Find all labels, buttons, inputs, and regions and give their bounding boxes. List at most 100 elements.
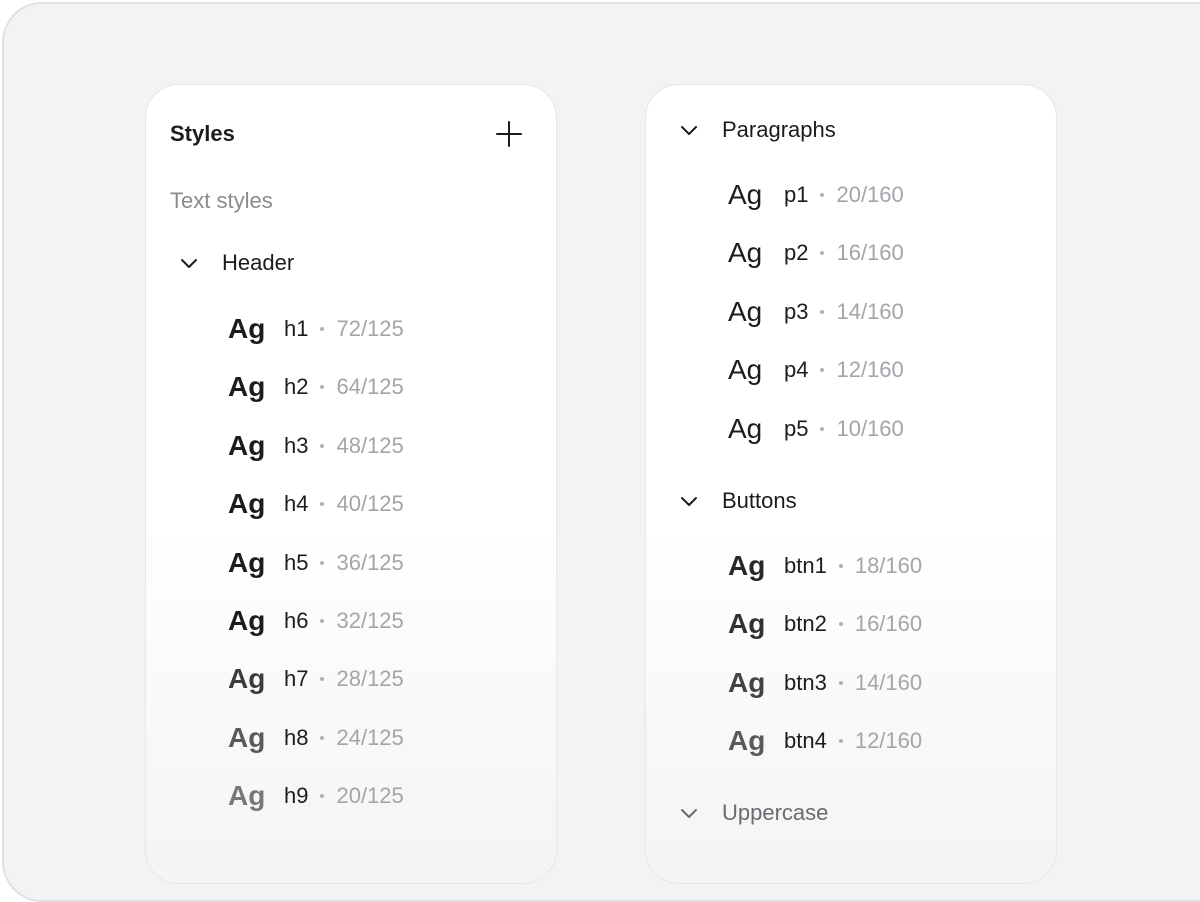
style-sample: Ag bbox=[728, 237, 763, 269]
style-sample: Ag bbox=[728, 295, 763, 327]
add-style-button[interactable] bbox=[494, 119, 524, 149]
separator-dot bbox=[820, 368, 825, 373]
style-name: h7 bbox=[284, 666, 309, 692]
style-sample: Ag bbox=[228, 429, 266, 461]
style-row-h2[interactable]: Ag h2 64/125 bbox=[228, 369, 404, 405]
style-row-h5[interactable]: Ag h5 36/125 bbox=[228, 545, 404, 581]
separator-dot bbox=[820, 251, 825, 256]
chevron-down-icon bbox=[680, 807, 698, 819]
style-sample: Ag bbox=[728, 666, 766, 698]
style-row-p2[interactable]: Ag p2 16/160 bbox=[728, 235, 904, 271]
style-row-p4[interactable]: Ag p4 12/160 bbox=[728, 352, 904, 388]
style-name: h2 bbox=[284, 374, 309, 400]
style-size-meta: 28/125 bbox=[336, 666, 404, 692]
style-sample: Ag bbox=[728, 550, 766, 581]
style-name: btn3 bbox=[784, 669, 827, 695]
separator-dot bbox=[320, 560, 325, 565]
styles-panel-continued: Paragraphs Ag p1 20/160 Ag p2 16/160 Ag p3 14/16… bbox=[645, 84, 1057, 884]
style-row-h8[interactable]: Ag h8 24/125 bbox=[228, 720, 404, 756]
separator-dot bbox=[838, 622, 843, 627]
chevron-down-icon bbox=[680, 124, 698, 136]
style-size-meta: 48/125 bbox=[336, 432, 404, 458]
style-row-p3[interactable]: Ag p3 14/160 bbox=[728, 294, 904, 330]
style-row-h3[interactable]: Ag h3 48/125 bbox=[228, 428, 404, 464]
style-name: h3 bbox=[284, 432, 309, 458]
style-size-meta: 12/160 bbox=[854, 728, 923, 754]
style-size-meta: 20/160 bbox=[836, 182, 904, 207]
style-row-btn4[interactable]: Ag btn4 12/160 bbox=[728, 723, 922, 759]
separator-dot bbox=[320, 502, 325, 507]
separator-dot bbox=[320, 619, 325, 623]
separator-dot bbox=[320, 677, 325, 682]
style-size-meta: 64/125 bbox=[336, 374, 404, 400]
style-name: h5 bbox=[284, 549, 309, 575]
style-sample: Ag bbox=[228, 546, 266, 578]
canvas-frame: Styles Text styles Header Ag h1 72/125 Ag h2… bbox=[2, 2, 1200, 902]
style-name: btn1 bbox=[784, 553, 827, 578]
separator-dot bbox=[820, 309, 825, 314]
style-row-h4[interactable]: Ag h4 40/125 bbox=[228, 486, 404, 522]
style-name: p3 bbox=[784, 298, 809, 324]
separator-dot bbox=[820, 426, 825, 431]
style-sample: Ag bbox=[228, 371, 266, 403]
style-row-h9[interactable]: Ag h9 20/125 bbox=[228, 778, 404, 814]
style-sample: Ag bbox=[228, 313, 266, 344]
group-header-buttons[interactable]: Buttons bbox=[646, 486, 797, 516]
style-name: p4 bbox=[784, 357, 809, 383]
style-sample: Ag bbox=[728, 412, 763, 444]
style-row-p1[interactable]: Ag p1 20/160 bbox=[728, 177, 904, 213]
style-size-meta: 10/160 bbox=[836, 415, 904, 441]
style-sample: Ag bbox=[728, 608, 766, 640]
style-size-meta: 20/125 bbox=[336, 783, 404, 809]
style-sample: Ag bbox=[228, 780, 266, 812]
style-sample: Ag bbox=[728, 725, 766, 757]
style-size-meta: 72/125 bbox=[336, 316, 404, 341]
style-row-h1[interactable]: Ag h1 72/125 bbox=[228, 311, 404, 347]
separator-dot bbox=[838, 564, 843, 568]
style-row-btn3[interactable]: Ag btn3 14/160 bbox=[728, 665, 922, 701]
style-size-meta: 40/125 bbox=[336, 491, 404, 517]
separator-dot bbox=[838, 680, 843, 685]
style-size-meta: 14/160 bbox=[854, 669, 923, 695]
styles-panel: Styles Text styles Header Ag h1 72/125 Ag h2… bbox=[145, 84, 557, 884]
chevron-down-icon bbox=[680, 495, 698, 507]
group-label: Paragraphs bbox=[722, 117, 836, 142]
style-size-meta: 12/160 bbox=[836, 357, 904, 383]
group-header-header[interactable]: Header bbox=[146, 248, 294, 278]
style-sample: Ag bbox=[728, 179, 763, 210]
separator-dot bbox=[820, 193, 825, 197]
style-sample: Ag bbox=[228, 605, 266, 636]
style-row-h7[interactable]: Ag h7 28/125 bbox=[228, 661, 404, 697]
group-label: Header bbox=[222, 250, 295, 275]
style-size-meta: 16/160 bbox=[836, 240, 904, 266]
style-sample: Ag bbox=[728, 354, 763, 386]
style-row-btn1[interactable]: Ag btn1 18/160 bbox=[728, 548, 922, 584]
style-name: h1 bbox=[284, 316, 309, 341]
style-size-meta: 36/125 bbox=[336, 549, 404, 575]
style-row-btn2[interactable]: Ag btn2 16/160 bbox=[728, 606, 922, 642]
separator-dot bbox=[320, 443, 325, 448]
group-label: Buttons bbox=[722, 488, 797, 513]
style-size-meta: 18/160 bbox=[854, 553, 923, 578]
group-header-paragraphs[interactable]: Paragraphs bbox=[646, 115, 836, 145]
style-name: p2 bbox=[784, 240, 809, 266]
style-name: h8 bbox=[284, 724, 309, 750]
style-size-meta: 16/160 bbox=[854, 611, 923, 637]
style-row-p5[interactable]: Ag p5 10/160 bbox=[728, 411, 904, 447]
group-header-uppercase[interactable]: Uppercase bbox=[646, 798, 828, 828]
style-name: h4 bbox=[284, 491, 309, 517]
style-sample: Ag bbox=[228, 721, 266, 753]
style-row-h6[interactable]: Ag h6 32/125 bbox=[228, 603, 404, 639]
separator-dot bbox=[320, 794, 325, 799]
style-sample: Ag bbox=[228, 663, 266, 695]
style-name: btn4 bbox=[784, 728, 827, 754]
plus-icon bbox=[496, 121, 522, 147]
chevron-down-icon bbox=[180, 257, 198, 269]
separator-dot bbox=[320, 385, 325, 390]
group-label: Uppercase bbox=[722, 800, 829, 825]
style-name: h9 bbox=[284, 783, 309, 809]
style-size-meta: 32/125 bbox=[336, 608, 404, 633]
style-size-meta: 24/125 bbox=[336, 724, 404, 750]
section-label-text-styles: Text styles bbox=[170, 188, 273, 213]
separator-dot bbox=[320, 327, 325, 331]
